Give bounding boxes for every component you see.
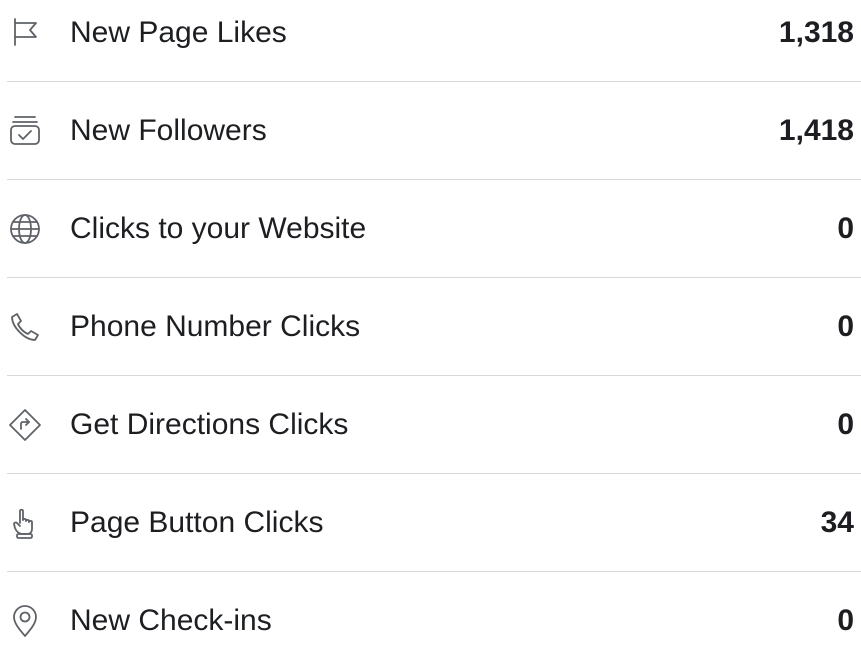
- stat-label: New Followers: [70, 114, 267, 147]
- hand-pointer-icon: [7, 505, 43, 541]
- stat-row-new-page-likes[interactable]: New Page Likes 1,318: [0, 0, 861, 82]
- stat-row-page-button-clicks[interactable]: Page Button Clicks 34: [0, 474, 861, 572]
- stat-row-new-check-ins[interactable]: New Check-ins 0: [0, 572, 861, 670]
- page-stats-list: New Page Likes 1,318 New Followers 1,418: [0, 0, 861, 641]
- stat-label: Clicks to your Website: [70, 212, 367, 245]
- stat-label: New Check-ins: [70, 604, 272, 637]
- stat-value: 0: [837, 310, 854, 343]
- location-pin-icon: [7, 603, 43, 639]
- stat-row-get-directions-clicks[interactable]: Get Directions Clicks 0: [0, 376, 861, 474]
- follow-icon: [7, 113, 43, 149]
- stat-row-new-followers[interactable]: New Followers 1,418: [0, 82, 861, 180]
- stat-value: 0: [837, 408, 854, 441]
- directions-icon: [7, 407, 43, 443]
- stat-value: 0: [837, 212, 854, 245]
- phone-icon: [7, 309, 43, 345]
- stat-value: 34: [820, 506, 854, 539]
- flag-icon: [7, 15, 43, 51]
- stat-label: Get Directions Clicks: [70, 408, 349, 441]
- stat-label: Phone Number Clicks: [70, 310, 361, 343]
- stat-row-phone-number-clicks[interactable]: Phone Number Clicks 0: [0, 278, 861, 376]
- stat-label: New Page Likes: [70, 16, 287, 49]
- globe-icon: [7, 211, 43, 247]
- stat-label: Page Button Clicks: [70, 506, 324, 539]
- stat-value: 0: [837, 604, 854, 637]
- stat-row-clicks-to-website[interactable]: Clicks to your Website 0: [0, 180, 861, 278]
- stat-value: 1,318: [778, 16, 854, 49]
- stat-value: 1,418: [778, 114, 854, 147]
